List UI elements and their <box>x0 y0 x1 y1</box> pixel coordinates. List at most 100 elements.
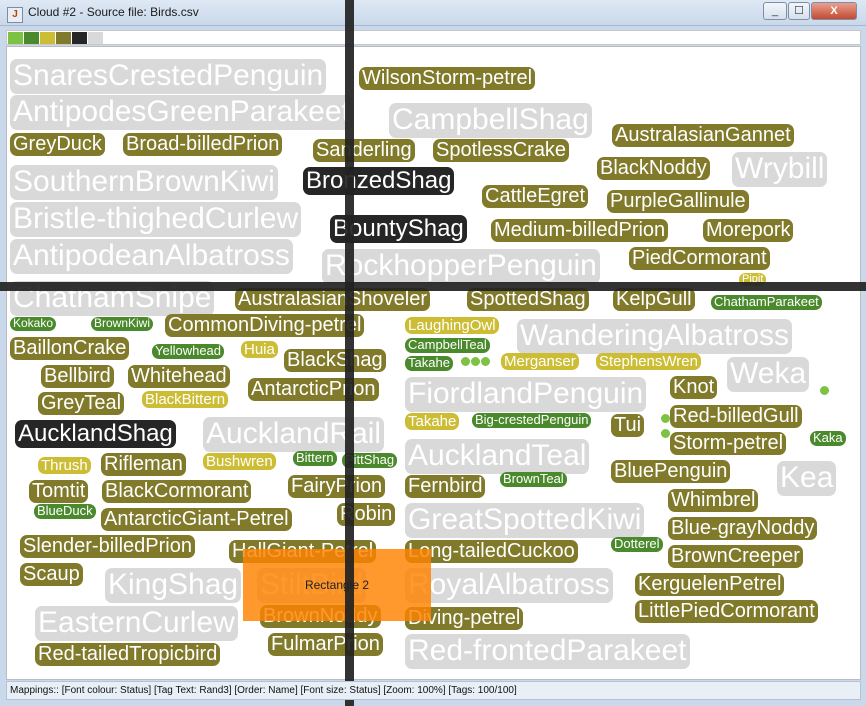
cloud-tag[interactable]: Kaka <box>810 430 846 446</box>
cloud-tag[interactable]: GreyTeal <box>38 392 125 415</box>
cloud-tag[interactable]: PiedCormorant <box>629 247 770 270</box>
cloud-tag[interactable]: SouthernBrownKiwi <box>10 165 278 200</box>
cloud-tag[interactable]: Red-tailedTropicbird <box>35 643 221 666</box>
cloud-tag[interactable]: SnaresCrestedPenguin <box>10 59 327 94</box>
close-button[interactable]: X <box>811 2 857 20</box>
cloud-tag[interactable]: BlackBittern <box>142 391 229 409</box>
cloud-tag[interactable]: Red-billedGull <box>670 405 802 428</box>
palette-swatch[interactable] <box>40 32 55 44</box>
cloud-tag[interactable]: StephensWren <box>596 353 701 371</box>
cloud-tag[interactable]: Weka <box>727 357 810 392</box>
small-tag-dot[interactable] <box>481 357 490 366</box>
tag-cloud-canvas[interactable]: SnaresCrestedPenguin WilsonStorm-petrel An… <box>6 46 861 680</box>
cloud-tag[interactable]: RoyalAlbatross <box>405 568 613 603</box>
rectangle-overlay[interactable]: Rectangle 2 <box>243 549 431 621</box>
cloud-tag[interactable]: FairyPrion <box>288 475 386 498</box>
cloud-tag[interactable]: BlackCormorant <box>102 480 252 503</box>
cloud-tag[interactable]: Medium-billedPrion <box>491 219 669 242</box>
cloud-tag[interactable]: BrownTeal <box>500 471 567 487</box>
cloud-tag[interactable]: Whitehead <box>128 365 230 388</box>
small-tag-dot[interactable] <box>461 357 470 366</box>
cloud-tag[interactable]: Tui <box>611 414 645 437</box>
cloud-tag[interactable]: KelpGull <box>613 288 695 311</box>
cloud-tag[interactable]: CommonDiving-petrel <box>165 314 365 337</box>
cloud-tag[interactable]: Merganser <box>501 353 579 371</box>
cloud-tag[interactable]: Takahe <box>405 413 460 431</box>
cloud-tag[interactable]: WilsonStorm-petrel <box>359 67 536 90</box>
cloud-tag[interactable]: KingShag <box>105 568 242 603</box>
cloud-tag[interactable]: KerguelenPetrel <box>635 573 785 596</box>
cloud-tag[interactable]: Bushwren <box>203 453 276 471</box>
cloud-tag[interactable]: Wrybill <box>732 152 828 187</box>
horizontal-crosshair-line[interactable] <box>0 282 866 291</box>
small-tag-dot[interactable] <box>661 414 670 423</box>
cloud-tag[interactable]: Fernbird <box>405 475 486 498</box>
cloud-tag[interactable]: Blue-grayNoddy <box>668 517 818 540</box>
cloud-tag[interactable]: PurpleGallinule <box>607 190 749 213</box>
cloud-tag[interactable]: RockhopperPenguin <box>322 249 600 284</box>
cloud-tag[interactable]: GreyDuck <box>10 133 105 156</box>
cloud-tag[interactable]: CampbellTeal <box>405 337 490 353</box>
cloud-tag[interactable]: AntarcticPrion <box>248 378 379 401</box>
cloud-tag[interactable]: Morepork <box>703 219 794 242</box>
cloud-tag[interactable]: Knot <box>670 376 718 399</box>
cloud-tag[interactable]: Takahe <box>405 355 453 371</box>
cloud-tag[interactable]: FulmarPrion <box>268 633 383 656</box>
cloud-tag[interactable]: LaughingOwl <box>405 317 499 335</box>
cloud-tag[interactable]: Dotterel <box>611 536 663 552</box>
cloud-tag[interactable]: Huia <box>241 341 278 359</box>
cloud-tag[interactable]: Broad-billedPrion <box>123 133 283 156</box>
cloud-tag[interactable]: CattleEgret <box>482 185 589 208</box>
cloud-tag[interactable]: AntipodeanAlbatross <box>10 239 293 274</box>
cloud-tag[interactable]: SpottedShag <box>467 288 589 311</box>
cloud-tag[interactable]: Red-frontedParakeet <box>405 634 690 669</box>
cloud-tag[interactable]: Storm-petrel <box>670 432 787 455</box>
cloud-tag[interactable]: WanderingAlbatross <box>517 319 793 354</box>
cloud-tag[interactable]: AustralasianShoveler <box>235 288 430 311</box>
palette-swatch[interactable] <box>24 32 39 44</box>
minimize-button[interactable]: _ <box>763 2 787 20</box>
cloud-tag[interactable]: EasternCurlew <box>35 606 238 641</box>
colour-palette-bar[interactable] <box>6 30 861 45</box>
cloud-tag[interactable]: Whimbrel <box>668 489 759 512</box>
palette-swatch[interactable] <box>56 32 71 44</box>
cloud-tag[interactable]: ChathamParakeet <box>711 294 822 310</box>
palette-swatch[interactable] <box>8 32 23 44</box>
cloud-tag[interactable]: BlackShag <box>284 349 386 372</box>
cloud-tag[interactable]: BronzedShag <box>303 167 455 195</box>
cloud-tag[interactable]: AucklandShag <box>15 420 176 448</box>
cloud-tag[interactable]: BlackNoddy <box>597 157 710 180</box>
cloud-tag[interactable]: BlueDuck <box>34 503 96 519</box>
cloud-tag[interactable]: SpotlessCrake <box>433 139 570 162</box>
cloud-tag[interactable]: AucklandTeal <box>405 439 590 474</box>
cloud-tag[interactable]: Kokako <box>10 316 57 331</box>
cloud-tag[interactable]: AntarcticGiant-Petrel <box>101 508 292 531</box>
cloud-tag[interactable]: Scaup <box>20 563 83 586</box>
cloud-tag[interactable]: BluePenguin <box>611 460 731 483</box>
cloud-tag[interactable]: LittlePiedCormorant <box>635 600 818 623</box>
cloud-tag[interactable]: BaillonCrake <box>10 337 130 360</box>
cloud-tag[interactable]: AntipodesGreenParakeet <box>10 95 353 130</box>
maximize-button[interactable]: ☐ <box>788 2 810 20</box>
cloud-tag[interactable]: Big-crestedPenguin <box>472 412 592 428</box>
cloud-tag[interactable]: FiordlandPenguin <box>405 377 647 412</box>
cloud-tag[interactable]: Bellbird <box>41 365 114 388</box>
cloud-tag[interactable]: Rifleman <box>101 453 186 476</box>
vertical-crosshair-line[interactable] <box>345 0 354 706</box>
cloud-tag[interactable]: Bittern <box>293 450 337 466</box>
cloud-tag[interactable]: Yellowhead <box>152 343 225 359</box>
small-tag-dot[interactable] <box>661 429 670 438</box>
cloud-tag[interactable]: Bristle-thighedCurlew <box>10 202 302 237</box>
cloud-tag[interactable]: CampbellShag <box>389 103 592 138</box>
cloud-tag[interactable]: Tomtit <box>29 480 89 503</box>
cloud-tag[interactable]: AustralasianGannet <box>612 124 794 147</box>
small-tag-dot[interactable] <box>820 386 829 395</box>
cloud-tag[interactable]: BrownKiwi <box>91 316 154 331</box>
cloud-tag[interactable]: Slender-billedPrion <box>20 535 195 558</box>
palette-swatch[interactable] <box>88 32 103 44</box>
cloud-tag[interactable]: Thrush <box>38 457 91 475</box>
cloud-tag[interactable]: Sanderling <box>313 139 415 162</box>
small-tag-dot[interactable] <box>471 357 480 366</box>
cloud-tag[interactable]: BrownCreeper <box>668 545 803 568</box>
cloud-tag[interactable]: AucklandRail <box>203 417 385 452</box>
